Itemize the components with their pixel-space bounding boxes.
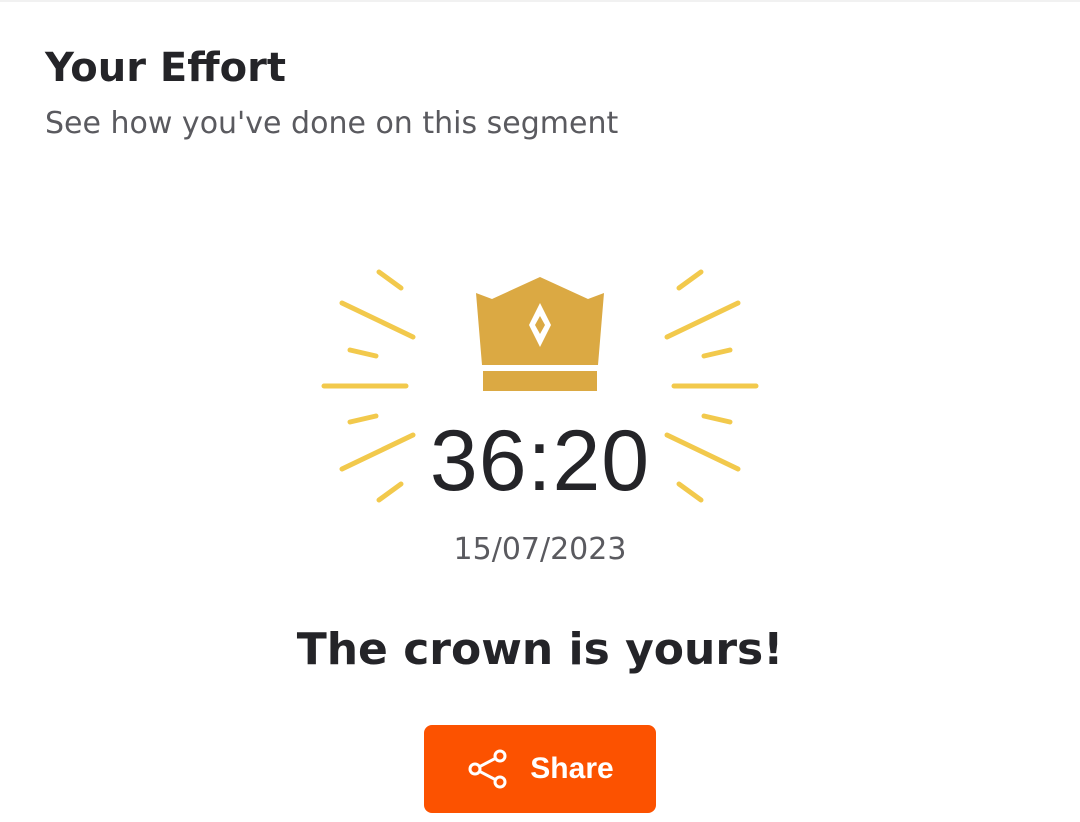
ray-right-3 [701,347,733,359]
effort-date: 15/07/2023 [453,532,627,567]
top-divider [0,0,1080,2]
share-button[interactable]: Share [424,725,656,813]
effort-time: 36:20 [429,413,651,509]
crown-message: The crown is yours! [296,624,784,675]
ray-left-2 [339,300,416,340]
ray-left-3 [347,347,379,359]
share-icon [468,749,507,789]
section-title: Your Effort [45,45,286,91]
crown-icon [476,277,604,391]
ray-left-1 [376,269,404,291]
effort-header: Your Effort See how you've done on this … [45,42,618,144]
ray-right-1 [676,269,704,291]
section-subtitle: See how you've done on this segment [45,106,619,141]
share-label: Share [530,752,614,785]
ray-right-2 [664,300,741,340]
